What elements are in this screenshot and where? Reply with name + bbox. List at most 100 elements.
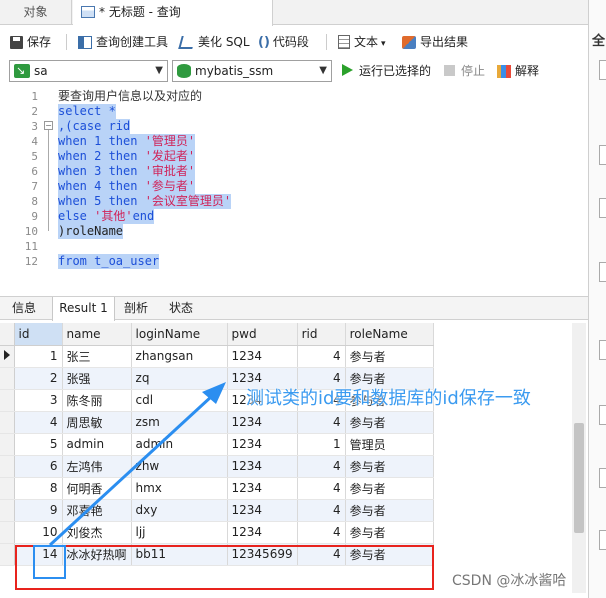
column-header-pwd[interactable]: pwd	[227, 323, 298, 346]
export-results-button[interactable]: 导出结果	[402, 33, 468, 51]
connection-select[interactable]: sa ▼	[9, 60, 168, 82]
cell-loginname[interactable]: zq	[131, 367, 228, 390]
save-icon	[10, 36, 23, 49]
row-header[interactable]	[0, 521, 15, 544]
cell-rid[interactable]: 4	[297, 411, 346, 434]
row-header[interactable]	[0, 345, 15, 368]
column-header-id[interactable]: id	[14, 323, 63, 346]
cell-rolename[interactable]: 参与者	[345, 455, 434, 478]
cell-name[interactable]: 周思敏	[62, 411, 132, 434]
editor-line: 9 else '其他'end	[31, 209, 155, 224]
column-header-name[interactable]: name	[62, 323, 132, 346]
editor-line: 1 要查询用户信息以及对应的	[31, 89, 203, 103]
cell-rid[interactable]: 4	[297, 455, 346, 478]
tab-status[interactable]: 状态	[158, 297, 204, 320]
cell-id[interactable]: 8	[14, 477, 63, 500]
cell-id[interactable]: 6	[14, 455, 63, 478]
cell-loginname[interactable]: zhangsan	[131, 345, 228, 368]
row-header[interactable]	[0, 389, 15, 412]
cell-rolename[interactable]: 参与者	[345, 345, 434, 368]
cell-name[interactable]: 左鸿伟	[62, 455, 132, 478]
cell-name[interactable]: 何明香	[62, 477, 132, 500]
tab-query[interactable]: * 无标题 - 查询	[73, 0, 273, 26]
row-header[interactable]	[0, 499, 15, 522]
cell-rolename[interactable]: 参与者	[345, 521, 434, 544]
table-row[interactable]: 6 左鸿伟 zhw 1234 4 参与者	[0, 455, 434, 478]
tab-profile[interactable]: 剖析	[117, 297, 155, 320]
snippet-button[interactable]: () 代码段	[258, 33, 309, 51]
cell-rid[interactable]: 4	[297, 477, 346, 500]
cell-loginname[interactable]: zhw	[131, 455, 228, 478]
table-row[interactable]: 8 何明香 hmx 1234 4 参与者	[0, 477, 434, 500]
row-header[interactable]	[0, 455, 15, 478]
column-header-rolename[interactable]: roleName	[345, 323, 434, 346]
cell-name[interactable]: 邓喜艳	[62, 499, 132, 522]
cell-name[interactable]: 陈冬丽	[62, 389, 132, 412]
tab-info[interactable]: 信息	[4, 297, 44, 320]
run-selected-button[interactable]: 运行已选择的	[342, 63, 431, 79]
row-header[interactable]	[0, 367, 15, 390]
database-select[interactable]: mybatis_ssm ▼	[172, 60, 332, 82]
row-header[interactable]	[0, 477, 15, 500]
row-header[interactable]	[0, 411, 15, 434]
cell-id[interactable]: 9	[14, 499, 63, 522]
stop-button[interactable]: 停止	[444, 63, 485, 79]
cell-rolename[interactable]: 参与者	[345, 499, 434, 522]
cell-rid[interactable]: 4	[297, 345, 346, 368]
cell-pwd[interactable]: 1234	[227, 499, 298, 522]
row-header-corner	[0, 323, 15, 346]
cell-pwd[interactable]: 1234	[227, 411, 298, 434]
table-row[interactable]: 5 admin admin 1234 1 管理员	[0, 433, 434, 456]
current-row-arrow-icon	[4, 350, 10, 360]
table-row[interactable]: 9 邓喜艳 dxy 1234 4 参与者	[0, 499, 434, 522]
row-header[interactable]	[0, 543, 15, 566]
cell-id[interactable]: 3	[14, 389, 63, 412]
row-header[interactable]	[0, 433, 15, 456]
cell-rid[interactable]: 1	[297, 433, 346, 456]
table-row[interactable]: 1 张三 zhangsan 1234 4 参与者	[0, 345, 434, 368]
cell-pwd[interactable]: 1234	[227, 345, 298, 368]
beautify-sql-button[interactable]: 美化 SQL	[178, 33, 250, 51]
table-row[interactable]: 4 周思敏 zsm 1234 4 参与者	[0, 411, 434, 434]
vertical-scrollbar[interactable]	[572, 323, 586, 593]
cell-rid[interactable]: 4	[297, 521, 346, 544]
editor-line: 10 )roleName	[24, 224, 124, 239]
cell-loginname[interactable]: cdl	[131, 389, 228, 412]
tab-objects[interactable]: 对象	[0, 0, 72, 25]
cell-loginname[interactable]: admin	[131, 433, 228, 456]
text-button[interactable]: 文本 ▾	[338, 33, 386, 51]
cell-loginname[interactable]: hmx	[131, 477, 228, 500]
cell-name[interactable]: 张三	[62, 345, 132, 368]
cell-rolename[interactable]: 管理员	[345, 433, 434, 456]
cell-pwd[interactable]: 1234	[227, 477, 298, 500]
query-builder-button[interactable]: 查询创建工具	[78, 33, 168, 51]
tab-result-1[interactable]: Result 1	[52, 297, 115, 321]
cell-rid[interactable]: 4	[297, 499, 346, 522]
cell-pwd[interactable]: 1234	[227, 433, 298, 456]
cell-id[interactable]: 5	[14, 433, 63, 456]
sql-editor[interactable]: − 1 要查询用户信息以及对应的 2 select * 3 ,(case rid…	[0, 88, 588, 292]
cell-loginname[interactable]: ljj	[131, 521, 228, 544]
column-header-loginname[interactable]: loginName	[131, 323, 228, 346]
scrollbar-thumb[interactable]	[574, 423, 584, 533]
explain-button[interactable]: 解释	[497, 63, 539, 79]
cell-loginname[interactable]: zsm	[131, 411, 228, 434]
cell-rolename[interactable]: 参与者	[345, 477, 434, 500]
cell-loginname[interactable]: dxy	[131, 499, 228, 522]
table-row[interactable]: 10 刘俊杰 ljj 1234 4 参与者	[0, 521, 434, 544]
cell-name[interactable]: 张强	[62, 367, 132, 390]
cell-pwd[interactable]: 1234	[227, 521, 298, 544]
save-button[interactable]: 保存	[10, 33, 51, 51]
cell-id[interactable]: 1	[14, 345, 63, 368]
id-highlight-box	[33, 545, 66, 579]
cell-id[interactable]: 2	[14, 367, 63, 390]
query-icon	[81, 6, 95, 18]
cell-id[interactable]: 10	[14, 521, 63, 544]
cell-rolename[interactable]: 参与者	[345, 411, 434, 434]
cell-pwd[interactable]: 1234	[227, 455, 298, 478]
column-header-rid[interactable]: rid	[297, 323, 346, 346]
cell-name[interactable]: admin	[62, 433, 132, 456]
tab-query-label: * 无标题 - 查询	[99, 5, 181, 19]
cell-id[interactable]: 4	[14, 411, 63, 434]
cell-name[interactable]: 刘俊杰	[62, 521, 132, 544]
